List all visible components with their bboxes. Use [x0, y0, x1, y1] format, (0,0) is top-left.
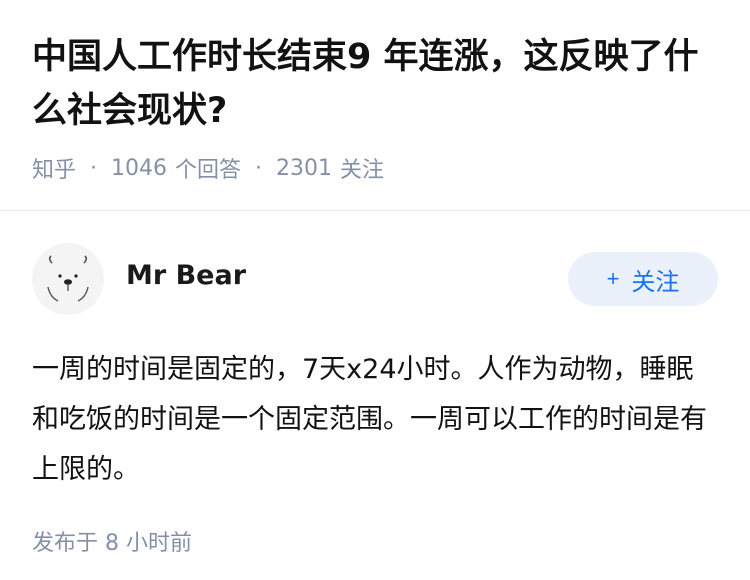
follow-button[interactable]: + 关注: [568, 252, 718, 306]
question-meta: 知乎 · 1046 个回答 · 2301 关注: [32, 152, 718, 184]
follower-count-label: 关注: [340, 158, 385, 183]
question-title[interactable]: 中国人工作时长结束9 年连涨，这反映了什么社会现状?: [32, 30, 718, 138]
source-label[interactable]: 知乎: [32, 152, 76, 184]
publish-time: 发布于 8 小时前: [32, 531, 192, 556]
question-header: 中国人工作时长结束9 年连涨，这反映了什么社会现状? 知乎 · 1046 个回答…: [0, 0, 750, 184]
meta-separator: ·: [255, 155, 263, 181]
meta-separator: ·: [90, 155, 98, 181]
answer-body[interactable]: 一周的时间是固定的，7天x24小时。人作为动物，睡眠和吃饭的时间是一个固定范围。…: [32, 345, 718, 495]
author-avatar[interactable]: [32, 243, 104, 315]
answer-count: 1046: [111, 155, 168, 181]
polar-bear-avatar-icon: [47, 255, 89, 302]
follow-button-label: 关注: [631, 268, 680, 296]
author-row: Mr Bear + 关注: [32, 243, 718, 315]
answer-count-label: 个回答: [175, 158, 242, 183]
answer-card: Mr Bear + 关注 一周的时间是固定的，7天x24小时。人作为动物，睡眠和…: [0, 243, 750, 557]
plus-icon: +: [606, 266, 620, 291]
follower-count: 2301: [276, 155, 333, 181]
author-name[interactable]: Mr Bear: [126, 260, 246, 291]
section-divider: [0, 210, 750, 211]
